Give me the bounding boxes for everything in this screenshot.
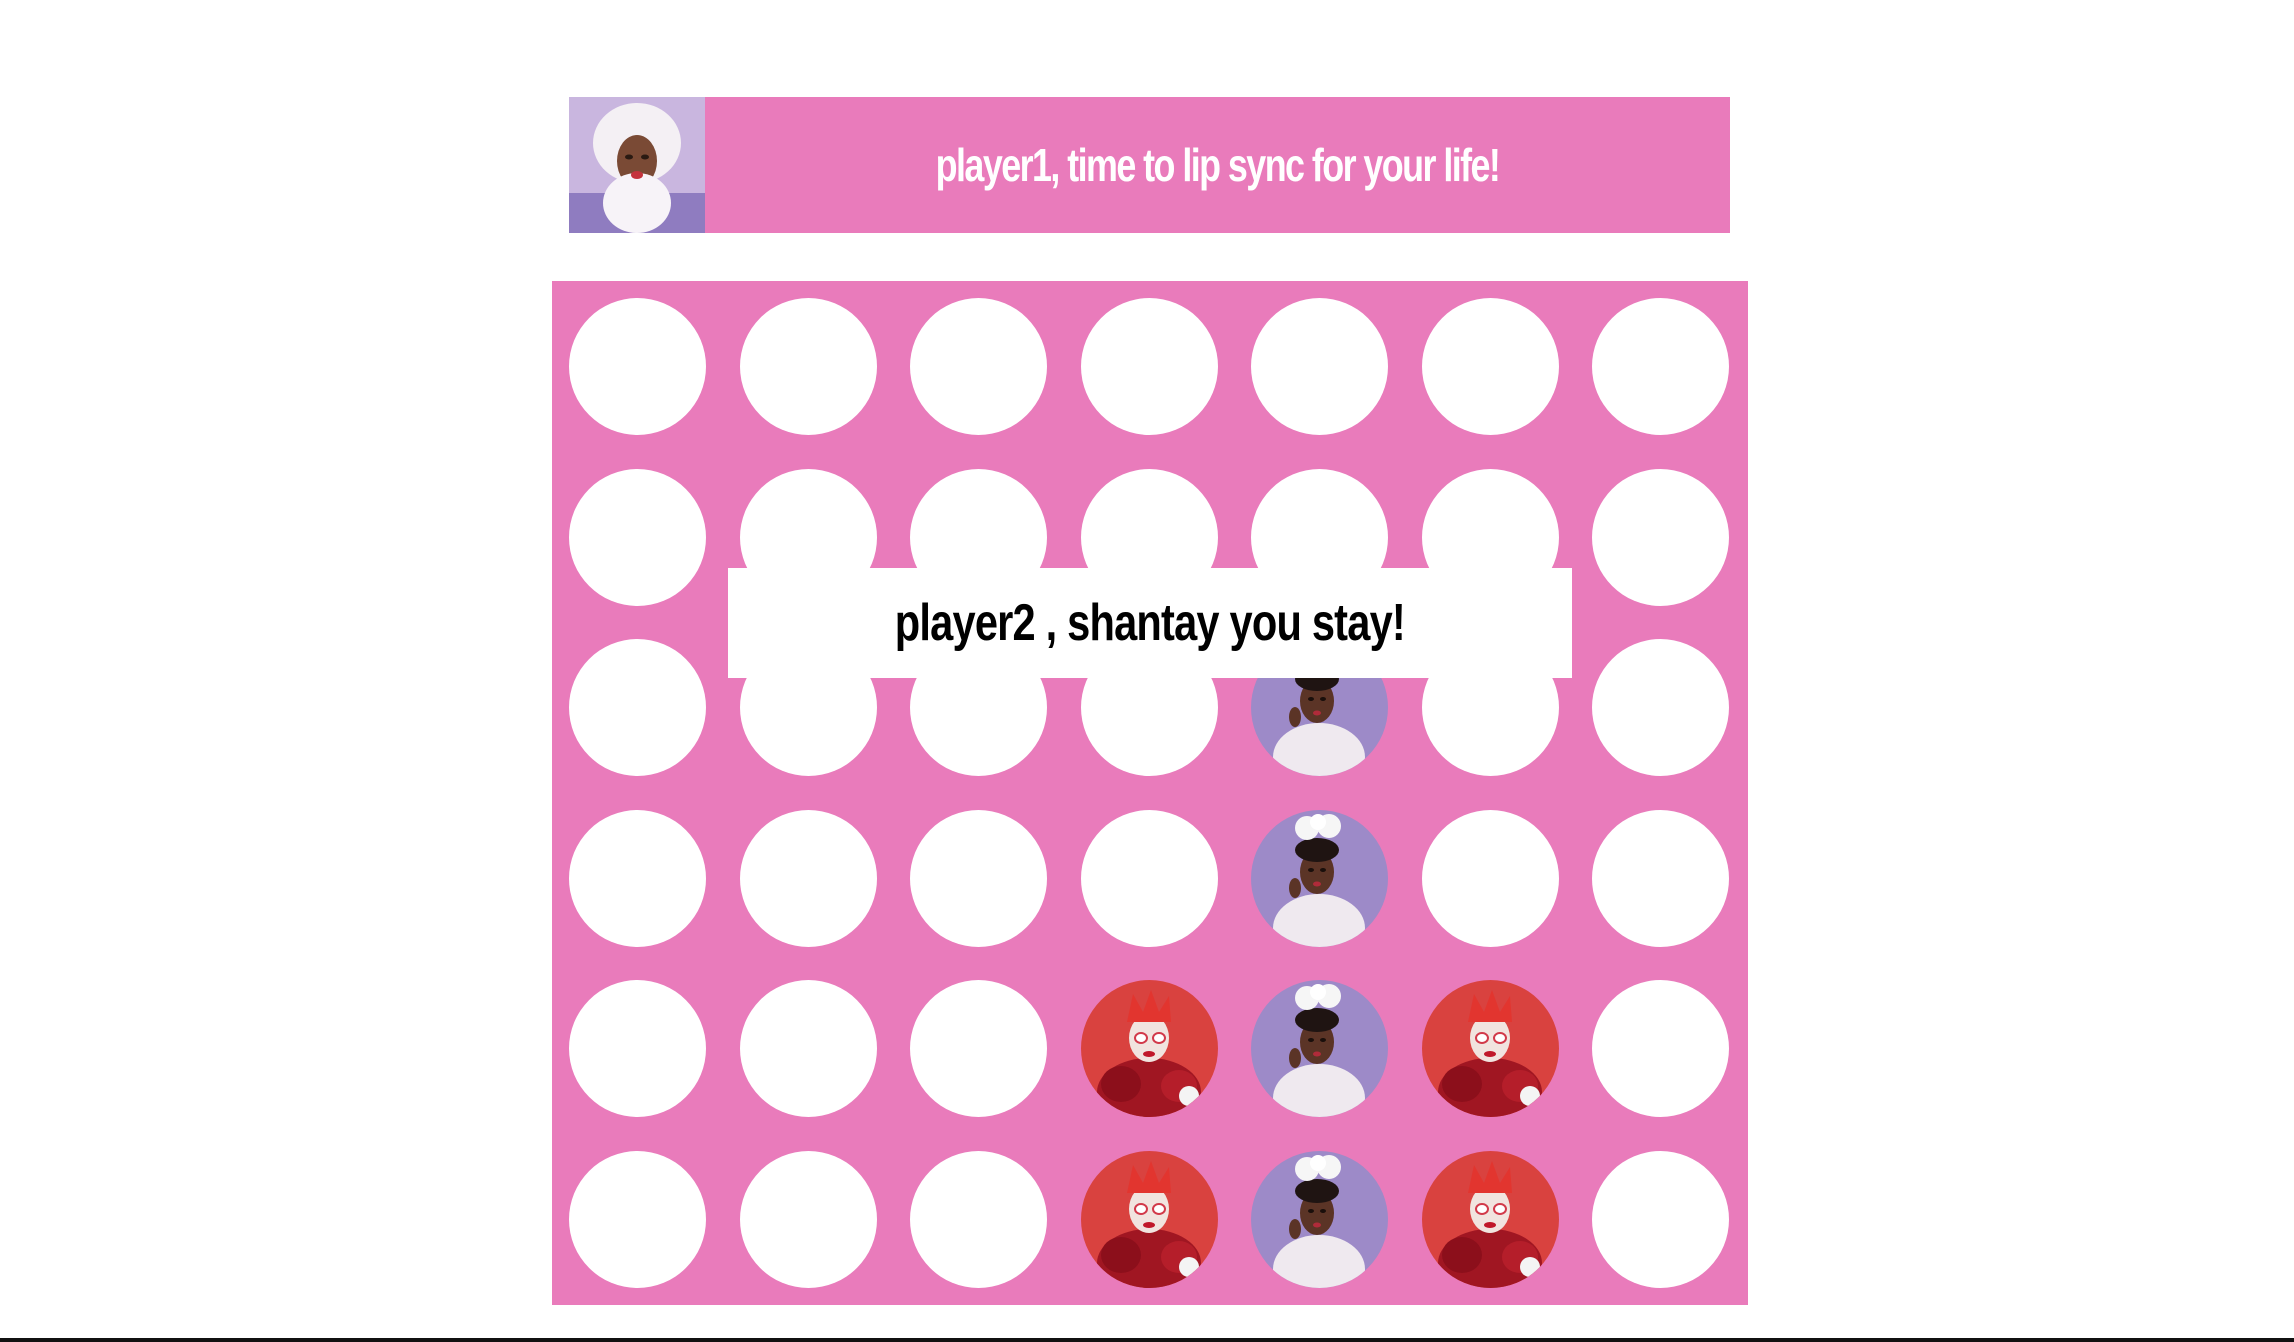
board-slot-empty[interactable] <box>1081 810 1218 947</box>
board-slot-empty[interactable] <box>740 1151 877 1288</box>
turn-message: player1, time to lip sync for your life! <box>935 139 1501 191</box>
board-slot-empty[interactable] <box>1592 469 1729 606</box>
board-slot-empty[interactable] <box>910 980 1047 1117</box>
board-slot-empty[interactable] <box>1251 298 1388 435</box>
game-board <box>552 281 1748 1305</box>
purple-queen-token-icon[interactable] <box>1251 980 1388 1117</box>
red-queen-token-icon[interactable] <box>1081 980 1218 1117</box>
purple-queen-token-icon[interactable] <box>1251 1151 1388 1288</box>
board-slot-empty[interactable] <box>910 298 1047 435</box>
board-slot-empty[interactable] <box>569 980 706 1117</box>
result-message: player2 , shantay you stay! <box>894 594 1406 652</box>
board-slot-empty[interactable] <box>569 1151 706 1288</box>
turn-banner: player1, time to lip sync for your life! <box>569 97 1730 233</box>
board-slot-empty[interactable] <box>740 980 877 1117</box>
board-slot-empty[interactable] <box>1081 298 1218 435</box>
player1-queen-avatar-icon <box>569 97 705 233</box>
red-queen-token-icon[interactable] <box>1081 1151 1218 1288</box>
board-slot-empty[interactable] <box>1592 810 1729 947</box>
board-slot-empty[interactable] <box>569 810 706 947</box>
board-slot-empty[interactable] <box>1592 639 1729 776</box>
board-slot-empty[interactable] <box>569 469 706 606</box>
board-slot-empty[interactable] <box>910 1151 1047 1288</box>
purple-queen-token-icon[interactable] <box>1251 810 1388 947</box>
board-slot-empty[interactable] <box>1422 298 1559 435</box>
page-divider <box>0 1338 2294 1342</box>
board-slot-empty[interactable] <box>569 298 706 435</box>
board-slot-empty[interactable] <box>740 810 877 947</box>
board-slot-empty[interactable] <box>1592 980 1729 1117</box>
board-slot-empty[interactable] <box>740 298 877 435</box>
red-queen-token-icon[interactable] <box>1422 980 1559 1117</box>
board-slot-empty[interactable] <box>910 810 1047 947</box>
board-slot-empty[interactable] <box>1592 298 1729 435</box>
red-queen-token-icon[interactable] <box>1422 1151 1559 1288</box>
board-slot-empty[interactable] <box>1592 1151 1729 1288</box>
board-slot-empty[interactable] <box>1422 810 1559 947</box>
result-popup: player2 , shantay you stay! <box>728 568 1572 678</box>
board-slot-empty[interactable] <box>569 639 706 776</box>
